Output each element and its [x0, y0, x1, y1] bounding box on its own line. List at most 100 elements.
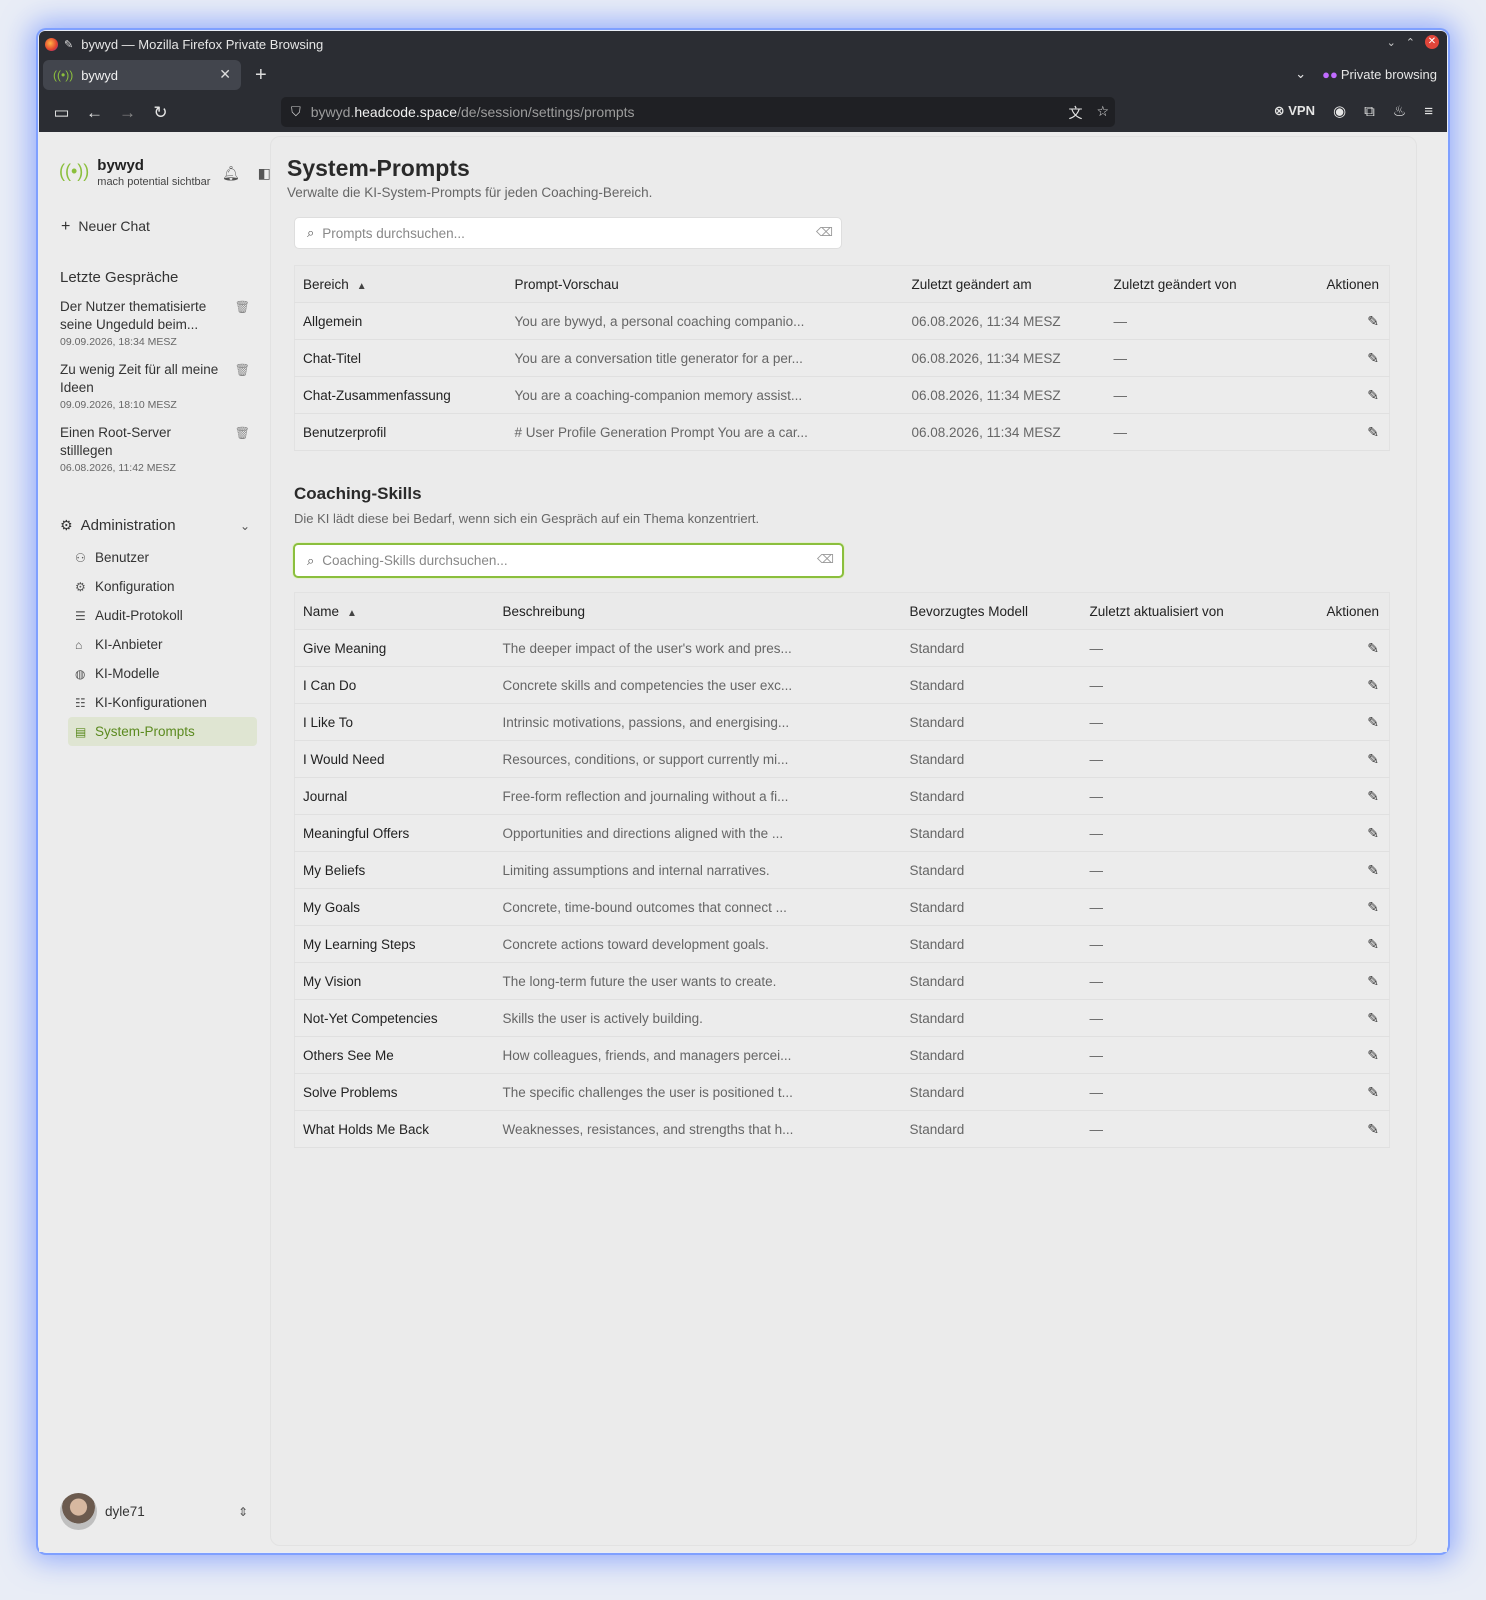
- edit-pencil-icon[interactable]: ✎: [1367, 313, 1379, 329]
- trash-icon[interactable]: 🗑︎: [235, 300, 250, 314]
- forget-icon[interactable]: ♨: [1393, 102, 1406, 120]
- extensions-icon[interactable]: ⧉: [1364, 103, 1375, 120]
- edit-pencil-icon[interactable]: ✎: [1367, 788, 1379, 804]
- sidebar-item-konfiguration[interactable]: ⚙ Konfiguration: [68, 572, 257, 601]
- edit-pencil-icon[interactable]: ✎: [1367, 1084, 1379, 1100]
- administration-toggle[interactable]: ⚙ Administration ⌄: [60, 517, 256, 534]
- table-cell: —: [1081, 925, 1282, 963]
- column-header-label: Zuletzt aktualisiert von: [1089, 603, 1224, 619]
- table-cell: Solve Problems: [294, 1073, 495, 1111]
- edit-pencil-icon[interactable]: ✎: [1367, 899, 1379, 915]
- reload-button[interactable]: ↻: [144, 103, 177, 123]
- table-cell: My Beliefs: [294, 851, 495, 889]
- translate-icon[interactable]: 文: [1068, 103, 1082, 123]
- table-row: I Like To Intrinsic motivations, passions…: [294, 703, 1390, 741]
- edit-pencil-icon[interactable]: ✎: [1367, 751, 1379, 767]
- conversation-item[interactable]: Zu wenig Zeit für all meine Ideen 09.09.2…: [60, 361, 256, 411]
- edit-pencil-icon[interactable]: ✎: [1367, 1010, 1379, 1026]
- column-header: Bevorzugtes Modell: [901, 592, 1082, 630]
- edit-pencil-icon[interactable]: ✎: [1367, 714, 1379, 730]
- chevron-updown-icon: ⇕: [237, 1504, 248, 1519]
- plus-icon: +: [61, 218, 71, 235]
- tab-bywyd[interactable]: ((•)) bywyd ✕: [43, 60, 241, 90]
- page-title: System-Prompts: [287, 155, 470, 181]
- edit-pencil-icon[interactable]: ✎: [1367, 1121, 1379, 1137]
- edit-pencil-icon[interactable]: ✎: [1367, 862, 1379, 878]
- column-header: Beschreibung: [494, 592, 902, 630]
- skills-search-input[interactable]: ⌕ Coaching-Skills durchsuchen... ⌫: [293, 543, 844, 578]
- sidebar-item-ki-anbieter[interactable]: ⌂ KI-Anbieter: [68, 630, 257, 659]
- sliders-icon: ☷: [75, 695, 86, 710]
- sort-ascending-icon[interactable]: ▲: [347, 608, 357, 619]
- clear-search-icon[interactable]: ⌫: [817, 552, 834, 566]
- bookmark-star-icon[interactable]: ☆: [1096, 103, 1109, 123]
- actions-cell: ✎: [1281, 925, 1390, 963]
- menu-icon[interactable]: ≡: [1424, 103, 1433, 120]
- edit-pencil-icon[interactable]: ✎: [1367, 973, 1379, 989]
- edit-pencil-icon[interactable]: ✎: [1367, 1047, 1379, 1063]
- back-button[interactable]: ←: [78, 103, 111, 123]
- minimize-icon[interactable]: ⌄: [1387, 36, 1396, 49]
- table-cell: How colleagues, friends, and managers pe…: [494, 1036, 902, 1074]
- new-tab-button[interactable]: +: [255, 64, 267, 87]
- conversation-item[interactable]: Einen Root-Server stilllegen 06.08.2026, …: [60, 424, 256, 474]
- conversation-item[interactable]: Der Nutzer thematisierte seine Ungeduld …: [60, 298, 256, 348]
- edit-pencil-icon[interactable]: ✎: [1367, 677, 1379, 693]
- sidebar-toggle-icon[interactable]: ▭: [45, 103, 78, 123]
- sidebar-item-ki-modelle[interactable]: ◍ KI-Modelle: [68, 659, 257, 688]
- edit-pencil-icon[interactable]: ✎: [1367, 387, 1379, 403]
- sidebar-item-system-prompts[interactable]: ▤ System-Prompts: [68, 717, 257, 746]
- prompts-search-input[interactable]: ⌕ Prompts durchsuchen... ⌫: [294, 217, 842, 249]
- table-cell: Limiting assumptions and internal narrat…: [494, 851, 902, 889]
- shield-icon[interactable]: ⛉: [291, 104, 301, 120]
- table-cell: Give Meaning: [294, 629, 495, 667]
- sidebar-item-audit-protokoll[interactable]: ☰ Audit-Protokoll: [68, 601, 257, 630]
- table-cell: The specific challenges the user is posi…: [494, 1073, 902, 1111]
- clear-search-icon[interactable]: ⌫: [816, 225, 833, 239]
- actions-cell: ✎: [1281, 1073, 1390, 1111]
- trash-icon[interactable]: 🗑︎: [235, 426, 250, 440]
- table-cell: Free-form reflection and journaling with…: [494, 777, 902, 815]
- table-cell: What Holds Me Back: [294, 1110, 495, 1148]
- trash-icon[interactable]: 🗑︎: [235, 363, 250, 377]
- table-row: Allgemein You are bywyd, a personal coach…: [294, 302, 1390, 340]
- actions-cell: ✎: [1281, 666, 1390, 704]
- sort-ascending-icon[interactable]: ▲: [357, 281, 367, 292]
- edit-pencil-icon[interactable]: ✎: [1367, 640, 1379, 656]
- edit-pencil-icon[interactable]: ✎: [1367, 424, 1379, 440]
- table-cell: Standard: [901, 1036, 1082, 1074]
- column-header[interactable]: Bereich ▲: [294, 265, 507, 303]
- actions-cell: ✎: [1281, 1036, 1390, 1074]
- brand[interactable]: ((•)) bywyd mach potential sichtbar: [59, 157, 210, 188]
- column-header[interactable]: Name ▲: [294, 592, 495, 630]
- url-bar[interactable]: ⛉ bywyd. headcode.space/de/session/settin…: [281, 97, 1115, 127]
- pin-icon[interactable]: ✎: [64, 38, 73, 51]
- edit-pencil-icon[interactable]: ✎: [1367, 825, 1379, 841]
- account-icon[interactable]: ◉: [1333, 102, 1346, 120]
- search-icon: ⌕: [307, 552, 315, 568]
- table-cell: Chat-Titel: [294, 339, 507, 377]
- column-header-label: Aktionen: [1326, 603, 1379, 619]
- column-header: Zuletzt geändert am: [903, 265, 1106, 303]
- edit-pencil-icon[interactable]: ✎: [1367, 936, 1379, 952]
- table-row: I Would Need Resources, conditions, or su…: [294, 740, 1390, 778]
- table-row: I Can Do Concrete skills and competencies…: [294, 666, 1390, 704]
- forward-button[interactable]: →: [111, 103, 144, 123]
- column-header-label: Name: [303, 603, 340, 619]
- new-chat-button[interactable]: + Neuer Chat: [61, 218, 150, 236]
- table-cell: Standard: [901, 777, 1082, 815]
- user-menu[interactable]: dyle71 ⇕: [60, 1493, 256, 1530]
- maximize-icon[interactable]: ⌃: [1406, 36, 1415, 49]
- sidebar-item-ki-konfigurationen[interactable]: ☷ KI-Konfigurationen: [68, 688, 257, 717]
- sidebar-item-benutzer[interactable]: ⚇ Benutzer: [68, 543, 257, 572]
- table-cell: My Vision: [294, 962, 495, 1000]
- vpn-button[interactable]: ⊗ VPN: [1274, 103, 1315, 119]
- close-window-icon[interactable]: ✕: [1425, 35, 1439, 49]
- table-row: Give Meaning The deeper impact of the use…: [294, 629, 1390, 667]
- close-tab-icon[interactable]: ✕: [219, 66, 231, 83]
- edit-pencil-icon[interactable]: ✎: [1367, 350, 1379, 366]
- table-cell: Chat-Zusammenfassung: [294, 376, 507, 414]
- users-icon: ⚇: [75, 550, 86, 565]
- bell-icon[interactable]: 🔔︎: [222, 165, 240, 182]
- tab-list-icon[interactable]: ⌄: [1295, 66, 1306, 82]
